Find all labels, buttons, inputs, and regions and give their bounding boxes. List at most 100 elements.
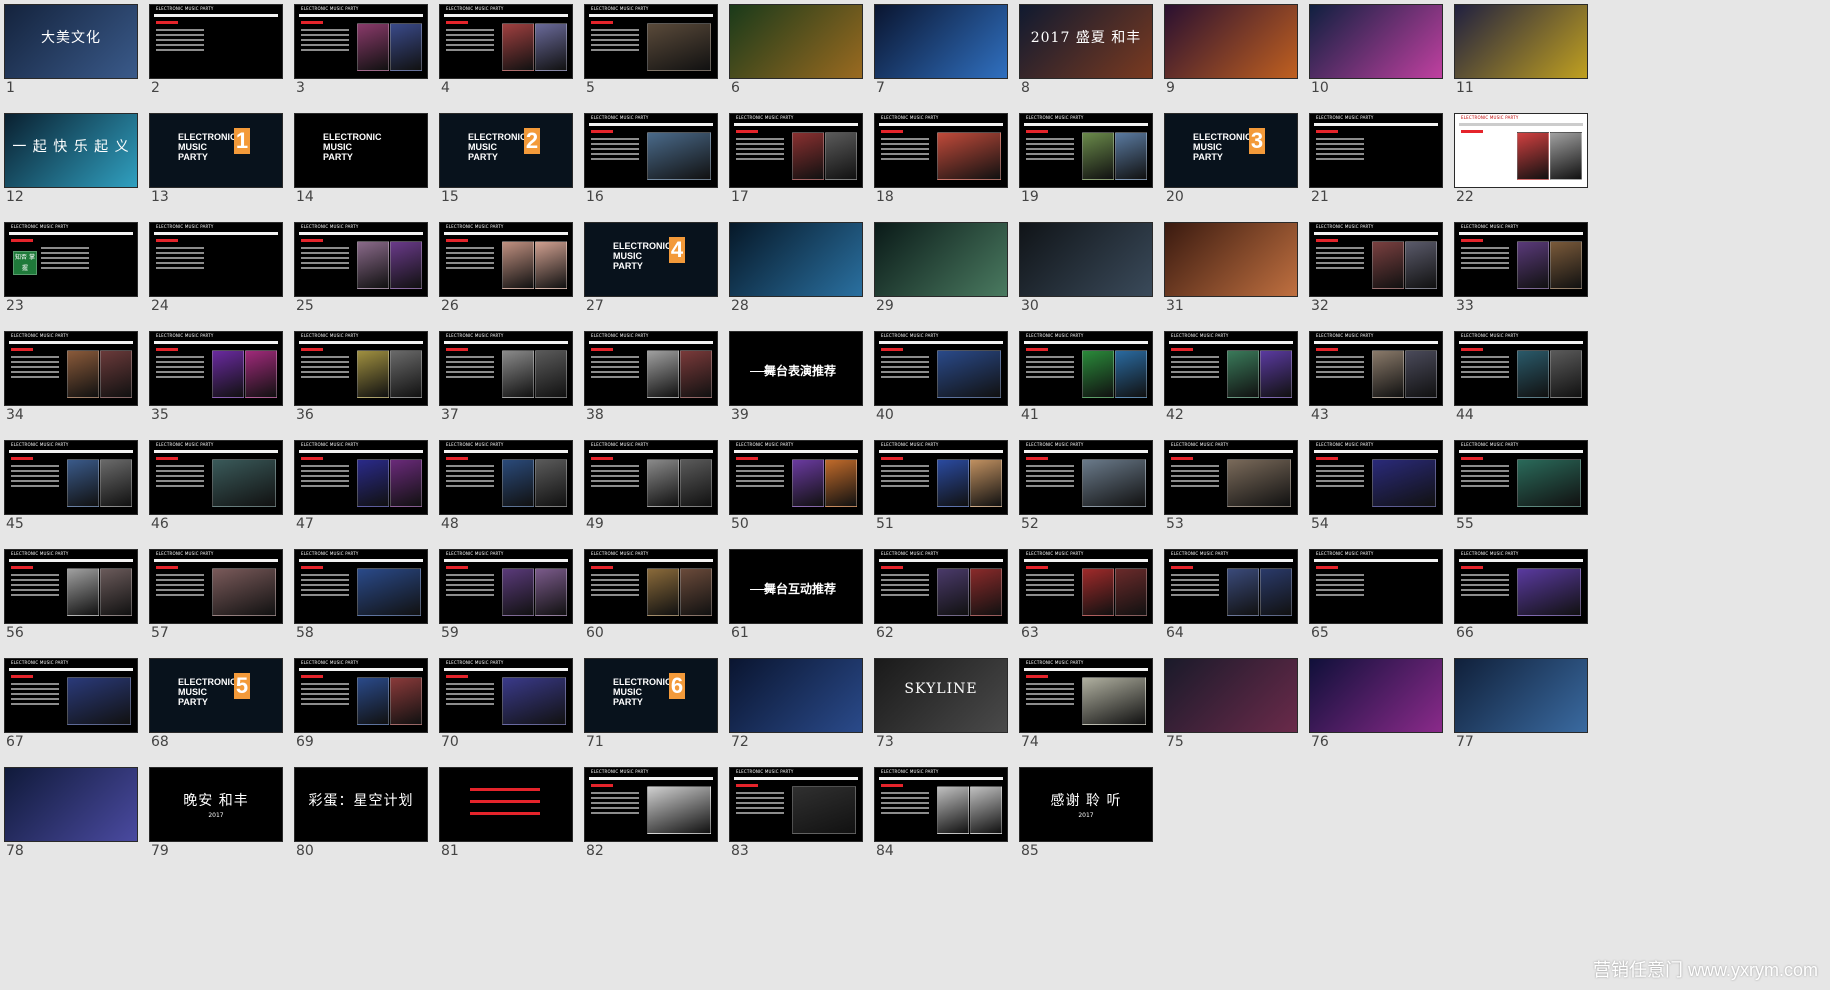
slide-thumbnail-68[interactable]: ELECTRONIC MUSIC PARTY 5 68 bbox=[149, 658, 283, 758]
slide-thumbnail-22[interactable]: ELECTRONIC MUSIC PARTY 22 bbox=[1454, 113, 1588, 213]
slide-thumbnail-82[interactable]: ELECTRONIC MUSIC PARTY 82 bbox=[584, 767, 718, 867]
slide-thumbnail-64[interactable]: ELECTRONIC MUSIC PARTY 64 bbox=[1164, 549, 1298, 649]
slide-thumbnail-63[interactable]: ELECTRONIC MUSIC PARTY 63 bbox=[1019, 549, 1153, 649]
header-bar bbox=[1314, 123, 1438, 126]
slide-thumbnail-11[interactable]: 11 bbox=[1454, 4, 1588, 104]
slide-thumbnail-56[interactable]: ELECTRONIC MUSIC PARTY 56 bbox=[4, 549, 138, 649]
slide-thumbnail-17[interactable]: ELECTRONIC MUSIC PARTY 17 bbox=[729, 113, 863, 213]
slide-thumbnail-47[interactable]: ELECTRONIC MUSIC PARTY 47 bbox=[294, 440, 428, 540]
slide-thumbnail-61[interactable]: 舞台互动推荐 61 bbox=[729, 549, 863, 649]
slide-thumbnail-65[interactable]: ELECTRONIC MUSIC PARTY 65 bbox=[1309, 549, 1443, 649]
slide-thumbnail-24[interactable]: ELECTRONIC MUSIC PARTY 24 bbox=[149, 222, 283, 322]
slide-thumbnail-1[interactable]: 大美文化 1 bbox=[4, 4, 138, 104]
slide-thumbnail-18[interactable]: ELECTRONIC MUSIC PARTY 18 bbox=[874, 113, 1008, 213]
slide-thumbnail-58[interactable]: ELECTRONIC MUSIC PARTY 58 bbox=[294, 549, 428, 649]
slide-number: 38 bbox=[586, 407, 604, 423]
slide-thumbnail-28[interactable]: 28 bbox=[729, 222, 863, 322]
slide-thumbnail-67[interactable]: ELECTRONIC MUSIC PARTY 67 bbox=[4, 658, 138, 758]
slide-thumbnail-19[interactable]: ELECTRONIC MUSIC PARTY 19 bbox=[1019, 113, 1153, 213]
slide-thumbnail-29[interactable]: 29 bbox=[874, 222, 1008, 322]
slide-thumbnail-72[interactable]: 72 bbox=[729, 658, 863, 758]
slide-thumbnail-73[interactable]: SKYLINE 73 bbox=[874, 658, 1008, 758]
body-text bbox=[446, 29, 494, 54]
slide-thumbnail-8[interactable]: 2017 盛夏 和丰 8 bbox=[1019, 4, 1153, 104]
slide-thumbnail-23[interactable]: ELECTRONIC MUSIC PARTY 知否 掌握 23 bbox=[4, 222, 138, 322]
slide-thumbnail-48[interactable]: ELECTRONIC MUSIC PARTY 48 bbox=[439, 440, 573, 540]
slide-thumbnail-13[interactable]: ELECTRONIC MUSIC PARTY 1 13 bbox=[149, 113, 283, 213]
slide-thumbnail-37[interactable]: ELECTRONIC MUSIC PARTY 37 bbox=[439, 331, 573, 431]
slide-thumbnail-16[interactable]: ELECTRONIC MUSIC PARTY 16 bbox=[584, 113, 718, 213]
slide-thumbnail-5[interactable]: ELECTRONIC MUSIC PARTY 5 bbox=[584, 4, 718, 104]
slide-number: 55 bbox=[1456, 516, 1474, 532]
slide-thumbnail-2[interactable]: ELECTRONIC MUSIC PARTY 2 bbox=[149, 4, 283, 104]
slide-thumbnail-30[interactable]: 30 bbox=[1019, 222, 1153, 322]
slide-thumbnail-34[interactable]: ELECTRONIC MUSIC PARTY 34 bbox=[4, 331, 138, 431]
slide-preview: ELECTRONIC MUSIC PARTY bbox=[294, 440, 428, 515]
slide-thumbnail-60[interactable]: ELECTRONIC MUSIC PARTY 60 bbox=[584, 549, 718, 649]
slide-thumbnail-39[interactable]: 舞台表演推荐 39 bbox=[729, 331, 863, 431]
slide-thumbnail-46[interactable]: ELECTRONIC MUSIC PARTY 46 bbox=[149, 440, 283, 540]
slide-thumbnail-76[interactable]: 76 bbox=[1309, 658, 1443, 758]
slide-thumbnail-51[interactable]: ELECTRONIC MUSIC PARTY 51 bbox=[874, 440, 1008, 540]
slide-thumbnail-27[interactable]: ELECTRONIC MUSIC PARTY 4 27 bbox=[584, 222, 718, 322]
slide-thumbnail-78[interactable]: 78 bbox=[4, 767, 138, 867]
slide-thumbnail-15[interactable]: ELECTRONIC MUSIC PARTY 2 15 bbox=[439, 113, 573, 213]
slide-thumbnail-54[interactable]: ELECTRONIC MUSIC PARTY 54 bbox=[1309, 440, 1443, 540]
slide-thumbnail-45[interactable]: ELECTRONIC MUSIC PARTY 45 bbox=[4, 440, 138, 540]
highlight-text bbox=[1316, 348, 1338, 351]
slide-thumbnail-83[interactable]: ELECTRONIC MUSIC PARTY 83 bbox=[729, 767, 863, 867]
slide-number: 1 bbox=[6, 80, 15, 96]
slide-thumbnail-43[interactable]: ELECTRONIC MUSIC PARTY 43 bbox=[1309, 331, 1443, 431]
slide-thumbnail-9[interactable]: 9 bbox=[1164, 4, 1298, 104]
slide-thumbnail-6[interactable]: 6 bbox=[729, 4, 863, 104]
slide-thumbnail-81[interactable]: 81 bbox=[439, 767, 573, 867]
slide-thumbnail-36[interactable]: ELECTRONIC MUSIC PARTY 36 bbox=[294, 331, 428, 431]
slide-photo bbox=[1082, 568, 1114, 616]
slide-thumbnail-25[interactable]: ELECTRONIC MUSIC PARTY 25 bbox=[294, 222, 428, 322]
chapter-title: ELECTRONIC MUSIC PARTY bbox=[178, 132, 237, 162]
slide-thumbnail-70[interactable]: ELECTRONIC MUSIC PARTY 70 bbox=[439, 658, 573, 758]
slide-thumbnail-53[interactable]: ELECTRONIC MUSIC PARTY 53 bbox=[1164, 440, 1298, 540]
slide-thumbnail-41[interactable]: ELECTRONIC MUSIC PARTY 41 bbox=[1019, 331, 1153, 431]
slide-photo bbox=[502, 459, 534, 507]
header-bar bbox=[154, 450, 278, 453]
slide-thumbnail-49[interactable]: ELECTRONIC MUSIC PARTY 49 bbox=[584, 440, 718, 540]
slide-thumbnail-74[interactable]: ELECTRONIC MUSIC PARTY 74 bbox=[1019, 658, 1153, 758]
slide-thumbnail-31[interactable]: 31 bbox=[1164, 222, 1298, 322]
slide-photo bbox=[825, 459, 857, 507]
header-bar bbox=[1169, 559, 1293, 562]
slide-thumbnail-10[interactable]: 10 bbox=[1309, 4, 1443, 104]
slide-preview: ELECTRONIC MUSIC PARTY bbox=[584, 113, 718, 188]
slide-thumbnail-80[interactable]: 彩蛋：星空计划 80 bbox=[294, 767, 428, 867]
slide-thumbnail-42[interactable]: ELECTRONIC MUSIC PARTY 42 bbox=[1164, 331, 1298, 431]
slide-thumbnail-4[interactable]: ELECTRONIC MUSIC PARTY 4 bbox=[439, 4, 573, 104]
slide-thumbnail-69[interactable]: ELECTRONIC MUSIC PARTY 69 bbox=[294, 658, 428, 758]
slide-thumbnail-26[interactable]: ELECTRONIC MUSIC PARTY 26 bbox=[439, 222, 573, 322]
slide-thumbnail-14[interactable]: ELECTRONIC MUSIC PARTY 14 bbox=[294, 113, 428, 213]
slide-thumbnail-79[interactable]: 晚安 和丰 2017 79 bbox=[149, 767, 283, 867]
slide-thumbnail-59[interactable]: ELECTRONIC MUSIC PARTY 59 bbox=[439, 549, 573, 649]
slide-thumbnail-71[interactable]: ELECTRONIC MUSIC PARTY 6 71 bbox=[584, 658, 718, 758]
slide-thumbnail-84[interactable]: ELECTRONIC MUSIC PARTY 84 bbox=[874, 767, 1008, 867]
slide-thumbnail-40[interactable]: ELECTRONIC MUSIC PARTY 40 bbox=[874, 331, 1008, 431]
slide-thumbnail-75[interactable]: 75 bbox=[1164, 658, 1298, 758]
slide-thumbnail-62[interactable]: ELECTRONIC MUSIC PARTY 62 bbox=[874, 549, 1008, 649]
slide-thumbnail-35[interactable]: ELECTRONIC MUSIC PARTY 35 bbox=[149, 331, 283, 431]
slide-thumbnail-33[interactable]: ELECTRONIC MUSIC PARTY 33 bbox=[1454, 222, 1588, 322]
slide-thumbnail-38[interactable]: ELECTRONIC MUSIC PARTY 38 bbox=[584, 331, 718, 431]
slide-thumbnail-3[interactable]: ELECTRONIC MUSIC PARTY 3 bbox=[294, 4, 428, 104]
slide-thumbnail-57[interactable]: ELECTRONIC MUSIC PARTY 57 bbox=[149, 549, 283, 649]
slide-thumbnail-32[interactable]: ELECTRONIC MUSIC PARTY 32 bbox=[1309, 222, 1443, 322]
slide-thumbnail-77[interactable]: 77 bbox=[1454, 658, 1588, 758]
slide-thumbnail-50[interactable]: ELECTRONIC MUSIC PARTY 50 bbox=[729, 440, 863, 540]
slide-thumbnail-66[interactable]: ELECTRONIC MUSIC PARTY 66 bbox=[1454, 549, 1588, 649]
slide-thumbnail-12[interactable]: 一 起 快 乐 起 义 12 bbox=[4, 113, 138, 213]
slide-thumbnail-20[interactable]: ELECTRONIC MUSIC PARTY 3 20 bbox=[1164, 113, 1298, 213]
slide-thumbnail-7[interactable]: 7 bbox=[874, 4, 1008, 104]
slide-thumbnail-52[interactable]: ELECTRONIC MUSIC PARTY 52 bbox=[1019, 440, 1153, 540]
slide-thumbnail-44[interactable]: ELECTRONIC MUSIC PARTY 44 bbox=[1454, 331, 1588, 431]
slide-thumbnail-55[interactable]: ELECTRONIC MUSIC PARTY 55 bbox=[1454, 440, 1588, 540]
slide-thumbnail-85[interactable]: 感谢 聆 听 2017 85 bbox=[1019, 767, 1153, 867]
slide-photo bbox=[67, 568, 99, 616]
slide-thumbnail-21[interactable]: ELECTRONIC MUSIC PARTY 21 bbox=[1309, 113, 1443, 213]
